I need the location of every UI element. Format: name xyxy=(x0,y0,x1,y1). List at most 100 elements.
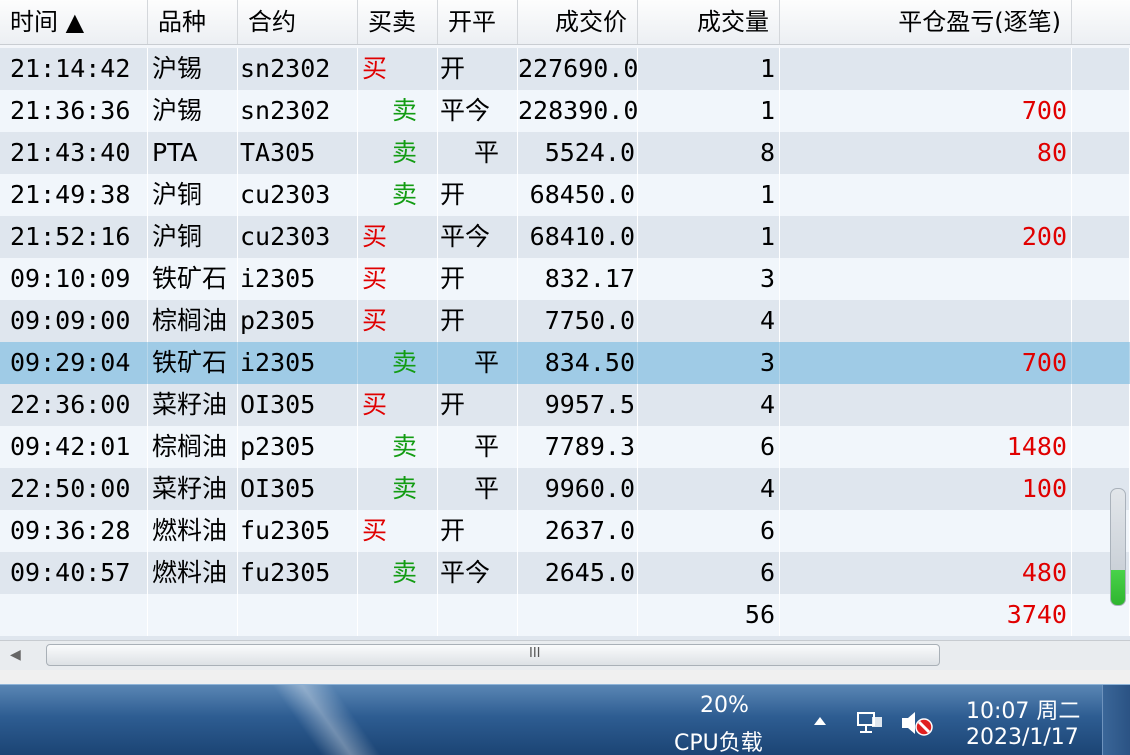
close-pnl xyxy=(780,258,1072,300)
column-header-volume[interactable]: 成交量 xyxy=(638,0,780,44)
table-row[interactable]: 09:40:57 燃料油 fu2305 卖平今 2645.0 6 480 xyxy=(0,552,1130,594)
variety-name: 沪铜 xyxy=(148,174,238,216)
variety-name: 铁矿石 xyxy=(148,342,238,384)
open-close-flag: 平 xyxy=(438,468,518,510)
open-close-flag: 平今 xyxy=(438,90,518,132)
contract-code: cu2303 xyxy=(238,174,358,216)
variety-name: 铁矿石 xyxy=(148,258,238,300)
row-filler xyxy=(1072,300,1130,342)
sell-label: 卖 xyxy=(392,96,418,125)
buy-sell-side: 买 xyxy=(358,216,438,258)
table-row[interactable]: 22:36:00 菜籽油 OI305 买 开 9957.5 4 xyxy=(0,384,1130,426)
empty-cell xyxy=(518,594,638,636)
table-row[interactable]: 21:52:16 沪铜 cu2303 买 平今 68410.0 1 200 xyxy=(0,216,1130,258)
contract-code: OI305 xyxy=(238,468,358,510)
cpu-load-percent[interactable]: 20% xyxy=(700,693,749,718)
buy-label: 买 xyxy=(362,222,388,251)
clock-time[interactable]: 10:07 周二 xyxy=(966,693,1080,725)
table-row[interactable]: 09:10:09 铁矿石 i2305 买 开 832.17 3 xyxy=(0,258,1130,300)
contract-code: i2305 xyxy=(238,258,358,300)
variety-name: 棕榈油 xyxy=(148,300,238,342)
contract-code: OI305 xyxy=(238,384,358,426)
close-pnl xyxy=(780,384,1072,426)
buy-label: 买 xyxy=(362,516,388,545)
table-row[interactable]: 21:43:40 PTA TA305 卖平 5524.0 8 80 xyxy=(0,132,1130,174)
row-filler xyxy=(1072,132,1130,174)
open-close-flag: 开 xyxy=(438,258,518,300)
column-header-buysell[interactable]: 买卖 xyxy=(358,0,438,44)
trade-volume: 1 xyxy=(638,90,780,132)
column-header-contract[interactable]: 合约 xyxy=(238,0,358,44)
clock-date[interactable]: 2023/1/17 xyxy=(966,725,1079,750)
buy-sell-side: 卖 xyxy=(358,132,438,174)
table-row-selected[interactable]: 09:29:04 铁矿石 i2305 卖平 834.50 3 700 xyxy=(0,342,1130,384)
trade-time: 09:09:00 xyxy=(4,300,148,342)
close-pnl: 700 xyxy=(780,90,1072,132)
open-close-flag: 平今 xyxy=(438,216,518,258)
table-row[interactable]: 09:09:00 棕榈油 p2305 买 开 7750.0 4 xyxy=(0,300,1130,342)
column-header-openclose[interactable]: 开平 xyxy=(438,0,518,44)
trade-volume: 3 xyxy=(638,258,780,300)
buy-sell-side: 卖 xyxy=(358,552,438,594)
table-row[interactable]: 22:50:00 菜籽油 OI305 卖平 9960.0 4 100 xyxy=(0,468,1130,510)
trade-price: 7789.3 xyxy=(518,426,638,468)
buy-label: 买 xyxy=(362,306,388,335)
row-filler xyxy=(1072,384,1130,426)
column-header-close-pnl[interactable]: 平仓盈亏(逐笔) xyxy=(780,0,1072,44)
trade-time: 09:42:01 xyxy=(4,426,148,468)
column-header-filler xyxy=(1072,0,1130,44)
open-close-flag: 开 xyxy=(438,510,518,552)
trade-time: 21:49:38 xyxy=(4,174,148,216)
trade-time: 22:50:00 xyxy=(4,468,148,510)
trade-time: 09:29:04 xyxy=(4,342,148,384)
buy-label: 买 xyxy=(362,54,388,83)
table-row[interactable]: 09:42:01 棕榈油 p2305 卖平 7789.3 6 1480 xyxy=(0,426,1130,468)
table-row[interactable]: 21:49:38 沪铜 cu2303 卖开 68450.0 1 xyxy=(0,174,1130,216)
show-desktop-button[interactable] xyxy=(1102,685,1130,755)
buy-sell-side: 买 xyxy=(358,48,438,90)
buy-sell-side: 卖 xyxy=(358,426,438,468)
contract-code: p2305 xyxy=(238,426,358,468)
empty-cell xyxy=(358,594,438,636)
trade-time: 09:10:09 xyxy=(4,258,148,300)
trade-time: 21:14:42 xyxy=(4,48,148,90)
table-row[interactable]: 09:36:28 燃料油 fu2305 买 开 2637.0 6 xyxy=(0,510,1130,552)
row-filler xyxy=(1072,342,1130,384)
scroll-left-arrow-icon[interactable]: ◀ xyxy=(10,647,21,663)
trade-volume: 1 xyxy=(638,174,780,216)
total-volume: 56 xyxy=(638,594,780,636)
horizontal-scrollbar[interactable]: ◀ III xyxy=(0,640,1130,671)
contract-code: p2305 xyxy=(238,300,358,342)
buy-label: 买 xyxy=(362,264,388,293)
trade-volume: 4 xyxy=(638,384,780,426)
contract-code: fu2305 xyxy=(238,510,358,552)
row-filler xyxy=(1072,174,1130,216)
buy-sell-side: 买 xyxy=(358,510,438,552)
table-row[interactable]: 21:14:42 沪锡 sn2302 买 开 227690.0 1 xyxy=(0,48,1130,90)
vertical-scroll-thumb[interactable] xyxy=(1110,488,1126,606)
horizontal-scroll-thumb[interactable]: III xyxy=(46,644,940,666)
trade-price: 68410.0 xyxy=(518,216,638,258)
empty-cell xyxy=(4,594,148,636)
buy-sell-side: 买 xyxy=(358,300,438,342)
column-header-variety[interactable]: 品种 xyxy=(148,0,238,44)
volume-muted-icon[interactable] xyxy=(900,709,934,737)
cpu-load-label[interactable]: CPU负载 xyxy=(674,725,763,755)
network-icon[interactable] xyxy=(856,711,884,735)
trade-price: 9960.0 xyxy=(518,468,638,510)
empty-cell xyxy=(438,594,518,636)
column-header-price[interactable]: 成交价 xyxy=(518,0,638,44)
variety-name: 沪锡 xyxy=(148,90,238,132)
open-close-flag: 开 xyxy=(438,174,518,216)
close-pnl: 1480 xyxy=(780,426,1072,468)
buy-sell-side: 买 xyxy=(358,258,438,300)
trade-time: 21:43:40 xyxy=(4,132,148,174)
column-header-time[interactable]: 时间 ▲ xyxy=(0,0,148,44)
show-hidden-icons-arrow-icon[interactable] xyxy=(814,717,826,725)
contract-code: fu2305 xyxy=(238,552,358,594)
open-close-flag: 开 xyxy=(438,48,518,90)
close-pnl xyxy=(780,174,1072,216)
table-row[interactable]: 21:36:36 沪锡 sn2302 卖平今 228390.0 1 700 xyxy=(0,90,1130,132)
buy-sell-side: 卖 xyxy=(358,342,438,384)
trade-price: 2637.0 xyxy=(518,510,638,552)
